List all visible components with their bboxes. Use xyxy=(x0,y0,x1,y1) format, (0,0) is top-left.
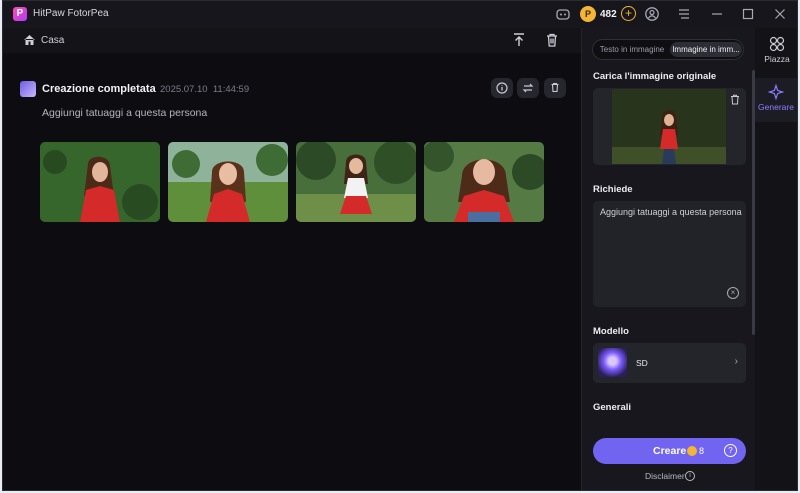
discord-icon[interactable] xyxy=(555,6,571,22)
avatar xyxy=(20,81,36,97)
nav-item-piazza[interactable]: Piazza xyxy=(755,30,797,74)
generation-panel: Testo in immagine Immagine in imm... Car… xyxy=(581,28,755,490)
info-icon[interactable]: i xyxy=(685,471,695,481)
coin-icon: P xyxy=(580,6,596,22)
generated-image-1[interactable] xyxy=(40,142,160,222)
result-title: Creazione completata xyxy=(42,83,156,95)
sparkle-icon xyxy=(768,84,784,100)
side-nav: Piazza Generare xyxy=(755,28,797,490)
generated-image-2[interactable] xyxy=(168,142,288,222)
create-button-label: Creare xyxy=(653,445,687,457)
model-selector[interactable]: SD › xyxy=(593,343,746,383)
delete-result-button[interactable] xyxy=(544,78,566,98)
generated-image-3[interactable] xyxy=(296,142,416,222)
disclaimer-link[interactable]: Disclaimer xyxy=(645,471,685,481)
upload-label: Carica l'immagine originale xyxy=(593,71,717,82)
close-icon[interactable] xyxy=(772,6,788,22)
app-window: P HitPaw FotorPea P 482 + Casa Creazione… xyxy=(2,0,798,491)
prompt-input-value: Aggiungi tatuaggi a questa persona xyxy=(600,207,742,217)
trash-icon[interactable] xyxy=(730,94,740,105)
prompt-input[interactable]: Aggiungi tatuaggi a questa persona × xyxy=(593,201,746,307)
minimize-icon[interactable] xyxy=(709,6,725,22)
chevron-right-icon: › xyxy=(734,356,738,367)
nav-item-generare[interactable]: Generare xyxy=(755,78,797,122)
model-thumbnail xyxy=(598,348,627,377)
regenerate-button[interactable] xyxy=(517,78,539,98)
breadcrumb-home[interactable]: Casa xyxy=(41,35,64,46)
nav-label: Piazza xyxy=(764,54,790,64)
user-icon[interactable] xyxy=(644,6,660,22)
add-coins-icon[interactable]: + xyxy=(621,6,636,21)
info-button[interactable] xyxy=(491,78,513,98)
coin-icon xyxy=(687,446,697,456)
maximize-icon[interactable] xyxy=(740,6,756,22)
uploaded-image xyxy=(612,89,726,164)
app-title: HitPaw FotorPea xyxy=(33,8,109,19)
clear-icon[interactable]: × xyxy=(727,287,739,299)
title-bar: P HitPaw FotorPea P 482 + xyxy=(3,1,797,28)
nav-label: Generare xyxy=(758,102,794,112)
model-name: SD xyxy=(636,358,648,368)
result-prompt: Aggiungi tatuaggi a questa persona xyxy=(42,107,208,119)
help-icon[interactable]: ? xyxy=(724,444,737,457)
home-icon[interactable] xyxy=(23,34,36,46)
model-label: Modello xyxy=(593,326,629,337)
export-icon[interactable] xyxy=(511,32,527,48)
menu-icon[interactable] xyxy=(676,6,692,22)
info-icon xyxy=(496,82,508,94)
prompt-label: Richiede xyxy=(593,184,633,195)
swap-icon xyxy=(522,83,534,93)
create-cost: 8 xyxy=(699,446,705,456)
general-label: Generali xyxy=(593,402,632,413)
trash-icon[interactable] xyxy=(544,32,560,48)
create-button[interactable]: Creare 8 ? xyxy=(593,438,746,464)
tab-image-to-image[interactable]: Immagine in imm... xyxy=(670,42,742,57)
coin-count: 482 xyxy=(600,8,617,20)
mode-tabs: Testo in immagine Immagine in imm... xyxy=(592,39,744,60)
main-area: Casa Creazione completata 2025.07.10 11:… xyxy=(3,28,581,490)
generated-image-4[interactable] xyxy=(424,142,544,222)
breadcrumb: Casa xyxy=(3,28,581,53)
tab-text-to-image[interactable]: Testo in immagine xyxy=(596,42,668,57)
trash-icon xyxy=(551,82,559,93)
app-logo-icon: P xyxy=(13,7,27,21)
result-timestamp: 2025.07.10 11:44:59 xyxy=(160,84,250,95)
grid-icon xyxy=(769,36,785,52)
upload-dropzone[interactable] xyxy=(593,88,746,165)
